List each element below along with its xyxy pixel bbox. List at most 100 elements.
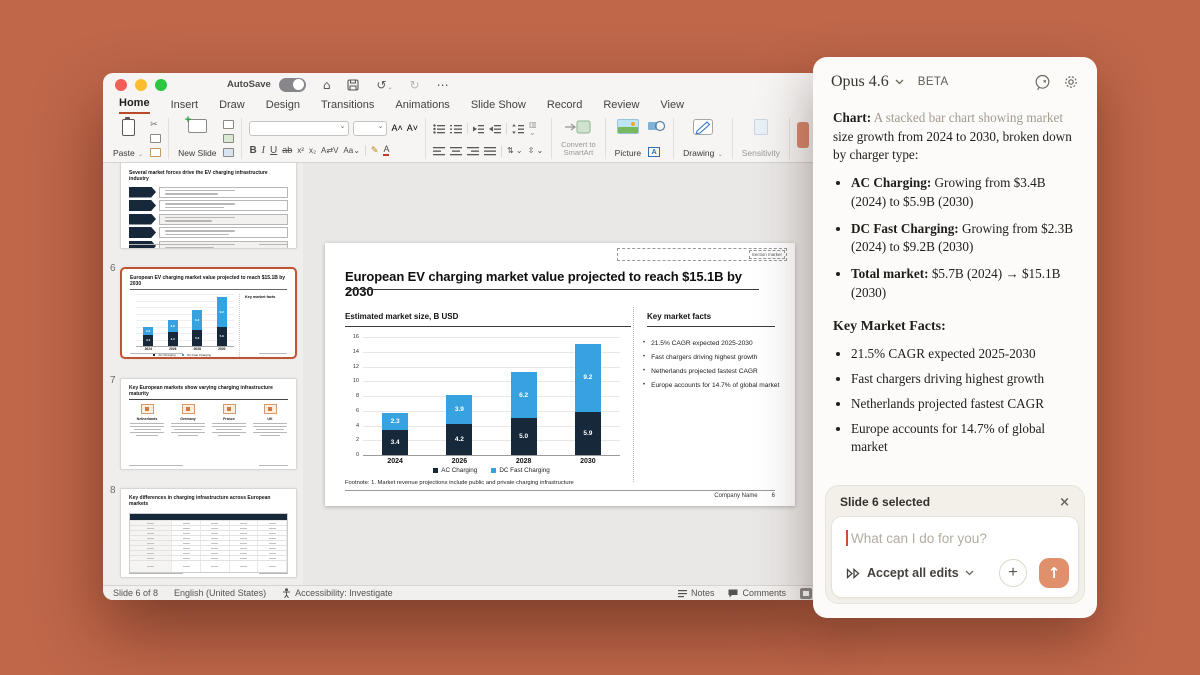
tab-design[interactable]: Design bbox=[266, 99, 300, 114]
new-slide-button[interactable]: New Slide bbox=[176, 118, 218, 159]
section-icon[interactable] bbox=[223, 148, 234, 157]
zoom-window-button[interactable] bbox=[155, 79, 167, 91]
tab-review[interactable]: Review bbox=[603, 99, 639, 114]
italic-icon[interactable]: I bbox=[262, 146, 265, 156]
paste-button[interactable]: Paste ⌄ bbox=[111, 118, 145, 159]
thumbnail-slide-6-selected[interactable]: European EV charging market value projec… bbox=[120, 267, 297, 359]
font-color-icon[interactable]: A bbox=[383, 145, 389, 156]
text-box-icon[interactable]: A bbox=[648, 147, 660, 157]
model-selector[interactable]: Opus 4.6 bbox=[831, 73, 889, 91]
save-icon[interactable] bbox=[347, 79, 359, 91]
minimize-window-button[interactable] bbox=[135, 79, 147, 91]
accept-all-edits-button[interactable]: Accept all edits bbox=[846, 566, 974, 580]
justify-icon[interactable] bbox=[484, 146, 496, 156]
feedback-icon[interactable] bbox=[1034, 74, 1051, 91]
composer-card: Slide 6 selected × What can I do for you… bbox=[825, 485, 1085, 604]
columns-icon[interactable]: ▥ ⌄ bbox=[529, 121, 544, 137]
chat-input[interactable]: What can I do for you? bbox=[851, 531, 987, 546]
reset-icon[interactable] bbox=[223, 134, 234, 143]
layout-icon[interactable] bbox=[223, 120, 234, 129]
sensitivity-icon bbox=[754, 119, 768, 135]
underline-icon[interactable]: U bbox=[270, 146, 277, 156]
comments-button[interactable]: Comments bbox=[728, 588, 786, 598]
tab-animations[interactable]: Animations bbox=[395, 99, 449, 114]
bullet-list-icon[interactable] bbox=[433, 124, 445, 134]
language-status[interactable]: English (United States) bbox=[174, 588, 266, 598]
align-left-icon[interactable] bbox=[433, 146, 445, 156]
ribbon: Paste ⌄ ✂ New Slide A˄ bbox=[103, 114, 822, 163]
drawing-icon bbox=[693, 119, 713, 135]
tab-home[interactable]: Home bbox=[119, 97, 150, 114]
shapes-icon[interactable] bbox=[648, 120, 666, 133]
superscript-icon[interactable]: x² bbox=[297, 147, 304, 155]
align-text-icon[interactable]: ⇳ ⌄ bbox=[528, 147, 544, 155]
autosave-toggle[interactable] bbox=[279, 78, 306, 92]
chat-input-card: What can I do for you? Accept all edits … bbox=[831, 516, 1079, 598]
thumbnail-slide-8[interactable]: Key differences in charging infrastructu… bbox=[120, 488, 297, 578]
thumbnail-slide-5[interactable]: Several market forces drive the EV charg… bbox=[120, 163, 297, 249]
align-center-icon[interactable] bbox=[450, 146, 462, 156]
font-name-select[interactable] bbox=[249, 121, 349, 136]
drawing-button[interactable]: Drawing ⌄ bbox=[681, 118, 725, 159]
strikethrough-icon[interactable]: ab bbox=[282, 146, 292, 155]
accessibility-status[interactable]: Accessibility: Investigate bbox=[282, 588, 393, 598]
numbered-list-icon[interactable] bbox=[450, 124, 462, 134]
paste-icon bbox=[122, 119, 135, 136]
stacked-bar-chart[interactable]: 02468101214163.42.320244.23.920265.06.22… bbox=[363, 337, 620, 455]
decrease-indent-icon[interactable] bbox=[473, 124, 485, 134]
addins-icon[interactable] bbox=[797, 122, 809, 148]
text-direction-icon[interactable]: ⇅ ⌄ bbox=[507, 147, 523, 155]
bullet-item: 21.5% CAGR expected 2025-2030 bbox=[851, 345, 1077, 364]
send-button[interactable]: ↑ bbox=[1039, 558, 1069, 588]
bullet-item: Fast chargers driving highest growth bbox=[851, 370, 1077, 389]
picture-button[interactable]: Picture bbox=[613, 118, 643, 159]
change-case-icon[interactable]: Aa⌄ bbox=[343, 147, 360, 155]
font-size-select[interactable] bbox=[353, 121, 387, 136]
fact-item: Europe accounts for 14.7% of global mark… bbox=[643, 382, 783, 389]
more-toolbar-icon[interactable]: ⋯ bbox=[437, 79, 449, 91]
tab-insert[interactable]: Insert bbox=[171, 99, 199, 114]
status-bar: Slide 6 of 8 English (United States) Acc… bbox=[103, 585, 822, 600]
tab-record[interactable]: Record bbox=[547, 99, 582, 114]
tab-transitions[interactable]: Transitions bbox=[321, 99, 374, 114]
fact-item: Fast chargers driving highest growth bbox=[643, 354, 783, 361]
tab-view[interactable]: View bbox=[660, 99, 684, 114]
chart-legend: AC ChargingDC Fast Charging bbox=[363, 467, 620, 474]
copy-icon[interactable] bbox=[150, 134, 161, 143]
panel-header: Opus 4.6 BETA bbox=[813, 57, 1097, 97]
format-painter-icon[interactable] bbox=[150, 148, 161, 157]
home-icon[interactable]: ⌂ bbox=[323, 79, 331, 91]
highlight-icon[interactable]: ✎ bbox=[371, 146, 379, 155]
tab-slide-show[interactable]: Slide Show bbox=[471, 99, 526, 114]
sensitivity-button[interactable]: Sensitivity bbox=[740, 118, 782, 159]
slide-counter[interactable]: Slide 6 of 8 bbox=[113, 588, 158, 598]
chevron-down-icon[interactable] bbox=[895, 79, 904, 85]
increase-indent-icon[interactable] bbox=[489, 124, 501, 134]
section-marker-placeholder[interactable]: Section marker bbox=[617, 248, 787, 261]
add-attachment-button[interactable]: + bbox=[999, 559, 1027, 587]
settings-gear-icon[interactable] bbox=[1063, 74, 1079, 90]
notes-button[interactable]: Notes bbox=[678, 588, 715, 598]
character-spacing-icon[interactable]: A⇄V bbox=[321, 147, 338, 155]
grow-font-icon[interactable]: A˄ bbox=[391, 124, 402, 133]
title-bar: AutoSave ⌂ ↺⌄ ↻ ⋯ bbox=[103, 73, 822, 96]
thumbnail-slide-7[interactable]: Key European markets show varying chargi… bbox=[120, 378, 297, 470]
subscript-icon[interactable]: x₂ bbox=[309, 147, 316, 155]
slide-6[interactable]: Section marker European EV charging mark… bbox=[325, 243, 795, 506]
tab-draw[interactable]: Draw bbox=[219, 99, 245, 114]
align-right-icon[interactable] bbox=[467, 146, 479, 156]
fast-forward-icon bbox=[846, 568, 861, 579]
shrink-font-icon[interactable]: A˅ bbox=[407, 124, 418, 133]
bullet-item: Netherlands projected fastest CAGR bbox=[851, 395, 1077, 414]
normal-view-button[interactable] bbox=[800, 588, 812, 599]
bold-icon[interactable]: B bbox=[249, 146, 256, 156]
cut-icon[interactable]: ✂ bbox=[150, 120, 161, 130]
close-icon[interactable]: × bbox=[1059, 496, 1070, 509]
line-spacing-icon[interactable] bbox=[512, 124, 524, 134]
slide-title[interactable]: European EV charging market value projec… bbox=[345, 269, 771, 299]
undo-icon[interactable]: ↺⌄ bbox=[376, 79, 392, 91]
thumbnail-mini-chart: 3.42.320244.23.920265.06.220285.99.22030 bbox=[136, 294, 234, 346]
convert-smartart-button[interactable]: Convert toSmartArt bbox=[559, 118, 598, 159]
close-window-button[interactable] bbox=[115, 79, 127, 91]
redo-icon[interactable]: ↻ bbox=[410, 79, 420, 91]
